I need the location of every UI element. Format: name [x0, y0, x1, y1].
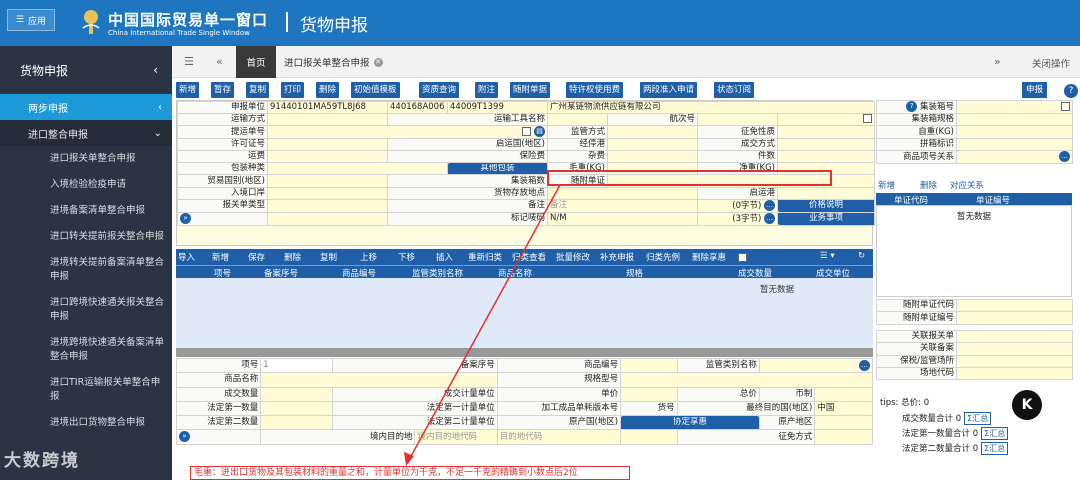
menu-icon: ☰ [15, 15, 25, 25]
header-divider [286, 12, 288, 32]
help-icon[interactable]: ? [906, 101, 918, 112]
attached-docs-button[interactable]: 随附单据 [510, 82, 551, 98]
royalty-button[interactable]: 特许权使用费 [566, 82, 624, 98]
precedent-button[interactable]: 归类先例 [646, 251, 680, 263]
agreement-preference-button[interactable]: 协定享惠 [620, 415, 760, 431]
watermark: 大数跨境 [4, 451, 80, 471]
more-icon[interactable]: … [764, 213, 775, 224]
tab-bar: ☰ « 首页 进口报关单整合申报 ✕ » 关闭操作 [172, 46, 1080, 78]
add-doc-button[interactable]: 新增 [878, 179, 895, 191]
subscribe-button[interactable]: 状态订阅 [714, 82, 755, 98]
docs-table-header: 单证代码 单证编号 [876, 193, 1072, 206]
sidebar-item[interactable]: 进口跨境快速通关报关整合申报 [0, 290, 172, 330]
weight-highlight-box [547, 170, 832, 186]
sidebar-item[interactable]: 进境备案清单整合申报 [0, 198, 172, 224]
chevron-left-icon: ‹ [158, 101, 162, 113]
remove-preference-button[interactable]: 删除享惠 [692, 251, 726, 263]
sum-button[interactable]: Σ汇总 [981, 427, 1009, 440]
expand-icon[interactable]: » [180, 213, 191, 224]
import-button[interactable]: 导入 [178, 251, 195, 263]
docs-empty-text: 暂无数据 [956, 212, 991, 222]
supplement-button[interactable]: 补充申报 [600, 251, 634, 263]
declare-button[interactable]: 申报 [1022, 82, 1048, 98]
tab-home[interactable]: 首页 [236, 46, 276, 78]
checkbox[interactable] [863, 114, 873, 124]
checkbox[interactable] [522, 127, 532, 137]
copy-button[interactable]: 复制 [320, 251, 337, 263]
horizontal-scrollbar[interactable] [176, 348, 873, 357]
save-button[interactable]: 保存 [248, 251, 265, 263]
sidebar-head[interactable]: 货物申报 ‹ [0, 46, 172, 94]
chevron-left-icon: ‹ [153, 63, 158, 77]
delete-button[interactable]: 删除 [284, 251, 301, 263]
goods-empty-text: 暂无数据 [760, 285, 795, 295]
sidebar-item[interactable]: 进境转关提前备案清单整合申报 [0, 250, 172, 290]
price-note-button[interactable]: 价格说明 [776, 198, 876, 213]
checkbox[interactable] [1061, 101, 1070, 111]
main-toolbar: 新增 暂存 复制 打印 删除 初始值模板 资质查询 附注 随附单据 特许权使用费… [174, 80, 1080, 100]
goods-detail-form: 项号 1 备案序号 商品编号 监管类别名称… 商品名称 规格型号 成交数量 成交计量单位 单价… [175, 357, 874, 461]
tab-current[interactable]: 进口报关单整合申报 ✕ [284, 55, 383, 69]
sidebar-item[interactable]: 进境跨境快速通关备案清单整合申报 [0, 330, 172, 370]
emblem-logo-icon [82, 10, 100, 34]
add-button[interactable]: 新增 [176, 82, 200, 98]
reclassify-button[interactable]: 重新归类 [468, 251, 502, 263]
sidebar: 货物申报 ‹ 两步申报 ‹ 进口整合申报 ⌄ 进口报关单整合申报 入境检验检疫申请 进… [0, 46, 172, 480]
delete-button[interactable]: 删除 [316, 82, 340, 98]
close-all-button[interactable]: 关闭操作 [1032, 56, 1070, 70]
two-stage-button[interactable]: 两段准入申请 [640, 82, 698, 98]
sum-button[interactable]: Σ汇总 [964, 412, 992, 425]
goods-table-header: 项号 备案序号 商品编号 监管类别名称 商品名称 规格 成交数量 成交单位 [176, 265, 873, 279]
more-icon[interactable]: … [764, 200, 775, 211]
insert-button[interactable]: 插入 [436, 251, 453, 263]
move-down-button[interactable]: 下移 [398, 251, 415, 263]
double-right-icon[interactable]: » [994, 55, 1001, 68]
field-hint-bar: 毛重：进出口货物及其包装材料的重量之和，计量单位为千克，不足一千克的精确到小数点… [176, 462, 1080, 480]
list-menu-icon[interactable]: ☰ ▾ [820, 251, 835, 261]
double-left-icon[interactable]: « [216, 55, 223, 68]
related-panel: 随附单证代码 随附单证编号 关联报关单 关联备案 保税/监管场所 场地代码 [876, 298, 1073, 391]
save-draft-button[interactable]: 暂存 [211, 82, 235, 98]
app-menu-button[interactable]: ☰ 应用 [7, 9, 55, 31]
qualification-button[interactable]: 资质查询 [419, 82, 460, 98]
sidebar-item[interactable]: 进口报关单整合申报 [0, 146, 172, 172]
menu-icon[interactable]: ☰ [184, 55, 194, 68]
print-button[interactable]: 打印 [281, 82, 305, 98]
tips-panel: tips: 总价: 0 成交数量合计 0 Σ汇总 法定第一数量合计 0 Σ汇总 法定… [876, 392, 1072, 462]
copy-button[interactable]: 复制 [246, 82, 270, 98]
chevron-down-icon: ⌄ [153, 127, 162, 139]
doc-icon[interactable]: ▤ [534, 126, 545, 138]
sidebar-item[interactable]: 入境检验检疫申请 [0, 172, 172, 198]
mapping-button[interactable]: 对应关系 [950, 179, 984, 191]
refresh-icon[interactable]: ↻ [858, 251, 865, 261]
sum-button[interactable]: Σ汇总 [981, 442, 1009, 455]
move-up-button[interactable]: 上移 [360, 251, 377, 263]
business-items-button[interactable]: 业务事项 [776, 211, 876, 226]
sidebar-group-import[interactable]: 进口整合申报 ⌄ [0, 120, 172, 146]
more-icon[interactable]: … [859, 359, 870, 371]
top-header: ☰ 应用 中国国际贸易单一窗口 China International Trade… [0, 0, 1080, 46]
template-button[interactable]: 初始值模板 [351, 82, 400, 98]
logo-text-cn: 中国国际贸易单一窗口 [108, 11, 269, 29]
close-icon[interactable]: ✕ [373, 57, 383, 67]
k-logo-icon: K [1012, 390, 1042, 420]
sidebar-item[interactable]: 进口转关提前报关整合申报 [0, 224, 172, 250]
classify-view-button[interactable]: 归类查看 [512, 251, 546, 263]
help-icon[interactable]: ? [1064, 84, 1078, 98]
sidebar-group-two-step[interactable]: 两步申报 ‹ [0, 94, 172, 120]
docs-toolbar: 新增 删除 对应关系 [876, 177, 1072, 191]
logo-text-en: China International Trade Single Window [108, 29, 250, 37]
sidebar-item[interactable]: 进境出口货物整合申报 [0, 410, 172, 436]
sidebar-item[interactable]: 进口TIR运输报关单整合申报 [0, 370, 172, 410]
goods-toolbar: 导入 新增 保存 删除 复制 上移 下移 插入 重新归类 归类查看 批量修改 补… [176, 249, 873, 265]
more-icon[interactable]: … [1059, 151, 1070, 163]
add-button[interactable]: 新增 [212, 251, 229, 263]
delete-doc-button[interactable]: 删除 [920, 179, 937, 191]
gross-weight-hint: 毛重：进出口货物及其包装材料的重量之和，计量单位为千克，不足一千克的精确到小数点… [190, 466, 630, 480]
page-title: 货物申报 [300, 16, 368, 36]
other-package-button[interactable]: 其他包装 [447, 162, 548, 176]
note-button[interactable]: 附注 [475, 82, 499, 98]
expand-icon[interactable]: » [179, 431, 190, 443]
batch-edit-button[interactable]: 批量修改 [556, 251, 590, 263]
